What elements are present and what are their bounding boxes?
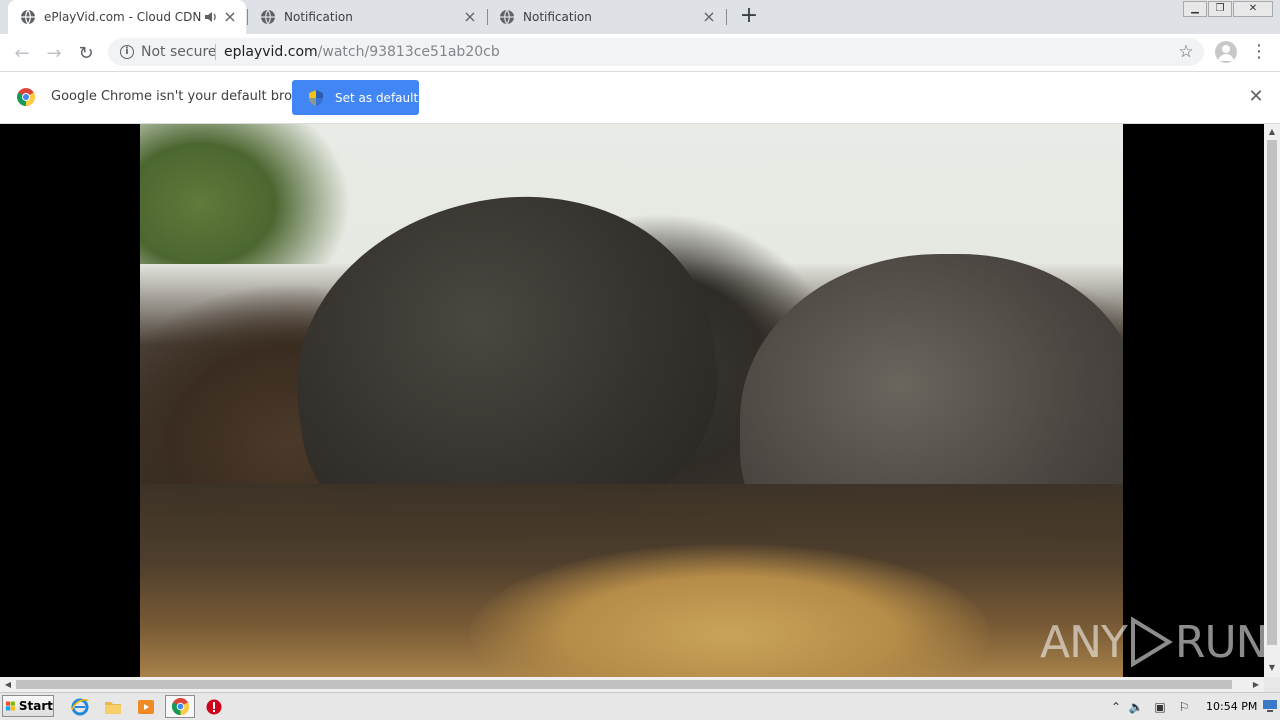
window-close-button[interactable]: ✕ — [1233, 1, 1273, 17]
horizontal-scroll-thumb[interactable] — [16, 680, 1232, 689]
video-player[interactable] — [140, 124, 1123, 677]
tray-expand-icon[interactable]: ⌃ — [1108, 699, 1124, 715]
url-separator — [215, 44, 216, 60]
menu-icon[interactable]: ⋮ — [1250, 41, 1268, 63]
clock[interactable]: 10:54 PM — [1206, 700, 1257, 713]
infobar-message: Google Chrome isn't your default browser — [51, 89, 323, 104]
globe-icon — [500, 9, 514, 25]
scroll-left-icon[interactable]: ◀ — [0, 677, 16, 692]
play-logo-icon — [1130, 617, 1173, 667]
forward-icon[interactable]: → — [42, 42, 66, 66]
folder-glyph — [105, 702, 121, 714]
reload-icon[interactable]: ↻ — [74, 42, 98, 66]
start-label: Start — [18, 699, 53, 713]
globe-icon — [21, 9, 35, 25]
folder-icon[interactable] — [103, 697, 123, 717]
close-icon[interactable]: × — [701, 9, 717, 25]
restore-button[interactable]: ❐ — [1208, 1, 1232, 17]
start-button[interactable]: Start — [2, 695, 54, 717]
network-icon[interactable]: ▣ — [1152, 699, 1168, 715]
windows-flag-icon — [6, 701, 15, 711]
media-player-glyph — [138, 700, 154, 714]
set-as-default-label: Set as default — [335, 90, 419, 105]
tab-title: Notification — [523, 10, 592, 24]
media-player-icon[interactable] — [136, 697, 156, 717]
minimize-button[interactable]: ▁ — [1183, 1, 1207, 17]
url-path: /watch/93813ce51ab20cb — [317, 44, 500, 60]
tab-notification-2[interactable]: Notification × — [487, 0, 725, 34]
tab-notification-1[interactable]: Notification × — [248, 0, 486, 34]
desktop-icon[interactable] — [1262, 697, 1278, 713]
scroll-down-icon[interactable]: ▼ — [1264, 660, 1280, 676]
avatar-icon[interactable] — [1215, 41, 1237, 63]
stop-glyph — [206, 699, 222, 715]
scroll-up-icon[interactable]: ▲ — [1264, 124, 1280, 140]
scroll-corner — [1264, 677, 1280, 692]
url-host: eplayvid.com — [224, 44, 318, 60]
tab-title: ePlayVid.com - Cloud CDN — [44, 10, 202, 24]
watermark-left: ANY — [1040, 616, 1128, 668]
globe-icon — [261, 9, 275, 25]
new-tab-button[interactable]: + — [738, 5, 760, 27]
set-as-default-button[interactable]: Set as default — [292, 80, 419, 115]
close-icon[interactable]: × — [462, 9, 478, 25]
tab-eplayvid[interactable]: ePlayVid.com - Cloud CDN × — [8, 0, 246, 34]
close-icon[interactable]: ✕ — [1247, 88, 1265, 106]
ie-glyph — [71, 698, 89, 716]
chrome-icon — [17, 88, 35, 106]
tab-title: Notification — [284, 10, 353, 24]
scroll-right-icon[interactable]: ▶ — [1248, 677, 1264, 692]
speaker-icon[interactable] — [204, 10, 218, 24]
tab-separator — [726, 9, 727, 25]
stop-icon[interactable] — [204, 697, 224, 717]
volume-icon[interactable]: 🔈 — [1128, 699, 1144, 715]
flag-icon[interactable]: ⚐ — [1176, 699, 1192, 715]
shield-icon — [309, 89, 323, 106]
url-text[interactable]: eplayvid.com/watch/93813ce51ab20cb — [224, 44, 500, 60]
star-icon[interactable]: ☆ — [1176, 42, 1196, 62]
anyrun-watermark: ANY RUN — [1040, 612, 1269, 672]
close-icon[interactable]: × — [222, 9, 238, 25]
vertical-scroll-thumb[interactable] — [1267, 140, 1277, 645]
security-label[interactable]: Not secure — [141, 44, 217, 60]
info-icon[interactable]: i — [120, 45, 134, 59]
back-icon[interactable]: ← — [10, 42, 34, 66]
avatar-silhouette — [1218, 45, 1234, 61]
chrome-taskbar-button[interactable] — [165, 695, 195, 718]
chrome-icon — [172, 698, 189, 715]
watermark-right: RUN — [1174, 616, 1269, 668]
ie-icon[interactable] — [70, 697, 90, 717]
